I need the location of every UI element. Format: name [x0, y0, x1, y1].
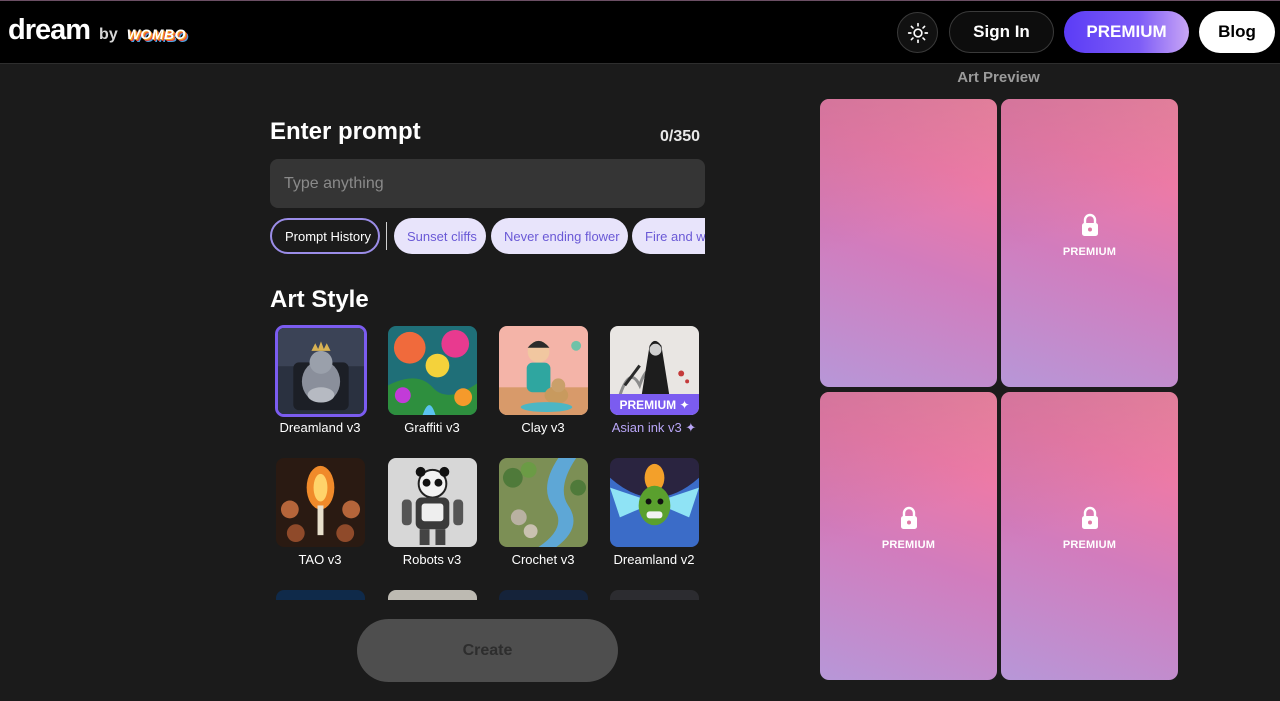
- card-lock: PREMIUM: [1001, 213, 1178, 258]
- style-label: Asian ink v3 ✦: [611, 420, 697, 435]
- style-thumbnail: [610, 590, 699, 600]
- premium-button[interactable]: PREMIUM: [1064, 11, 1189, 53]
- preview-card-locked[interactable]: PREMIUM: [820, 392, 997, 680]
- art-style-title: Art Style: [270, 286, 369, 313]
- prompt-history-chip[interactable]: Prompt History: [270, 218, 380, 254]
- blog-button[interactable]: Blog: [1199, 11, 1275, 53]
- premium-lock-label: PREMIUM: [881, 539, 936, 551]
- style-thumbnail: [388, 590, 477, 600]
- prompt-chips-row: Prompt History Sunset cliffs Never endin…: [270, 218, 705, 254]
- style-thumbnail: [388, 458, 477, 547]
- suggestion-chip[interactable]: Never ending flower: [491, 218, 628, 254]
- style-label: TAO v3: [298, 552, 342, 567]
- style-label: Crochet v3: [511, 552, 575, 567]
- preview-card-locked[interactable]: PREMIUM: [1001, 99, 1178, 387]
- style-thumbnail: [610, 458, 699, 547]
- sun-icon: [907, 22, 928, 43]
- prompt-input[interactable]: [270, 159, 705, 208]
- preview-card[interactable]: [820, 99, 997, 387]
- character-counter: 0/350: [660, 128, 701, 145]
- suggestion-chip[interactable]: Sunset cliffs: [394, 218, 486, 254]
- style-label: Clay v3: [521, 420, 565, 435]
- style-thumbnail: [499, 326, 588, 415]
- style-thumbnail: [499, 590, 588, 600]
- lock-icon: [900, 506, 917, 529]
- card-lock: PREMIUM: [820, 506, 997, 551]
- brand-by: by: [99, 26, 118, 43]
- sign-in-button[interactable]: Sign In: [949, 11, 1054, 53]
- art-preview-title: Art Preview: [957, 69, 1040, 86]
- wombo-logo: WOMBO: [126, 26, 186, 42]
- card-lock: PREMIUM: [1001, 506, 1178, 551]
- style-label: Robots v3: [402, 552, 462, 567]
- suggestion-chip[interactable]: Fire and water: [632, 218, 705, 254]
- premium-badge: PREMIUM ✦: [610, 394, 699, 415]
- lock-icon: [1081, 506, 1098, 529]
- style-thumbnail: [499, 458, 588, 547]
- art-style-grid: Dreamland v3 Graffiti v3 Clay v3 PREMIUM…: [270, 320, 710, 600]
- brand-name: dream: [8, 14, 91, 46]
- style-thumbnail: [388, 326, 477, 415]
- top-navbar: dream by WOMBO Sign In PREMIUM Blog: [0, 0, 1280, 64]
- style-thumbnail: [276, 458, 365, 547]
- style-label: Dreamland v2: [613, 552, 695, 567]
- style-label: Dreamland v3: [279, 420, 361, 435]
- premium-lock-label: PREMIUM: [1062, 539, 1117, 551]
- style-thumbnail: [275, 325, 367, 417]
- style-label: Graffiti v3: [404, 420, 460, 435]
- preview-card-locked[interactable]: PREMIUM: [1001, 392, 1178, 680]
- create-button[interactable]: Create: [357, 619, 618, 682]
- lock-icon: [1081, 213, 1098, 236]
- style-thumbnail: [276, 590, 365, 600]
- brand-logo[interactable]: dream by WOMBO: [8, 14, 186, 47]
- theme-toggle-button[interactable]: [897, 12, 938, 53]
- style-thumbnail: PREMIUM ✦: [610, 326, 699, 415]
- chip-divider: [386, 222, 387, 250]
- prompt-title: Enter prompt: [270, 118, 421, 145]
- premium-lock-label: PREMIUM: [1062, 246, 1117, 258]
